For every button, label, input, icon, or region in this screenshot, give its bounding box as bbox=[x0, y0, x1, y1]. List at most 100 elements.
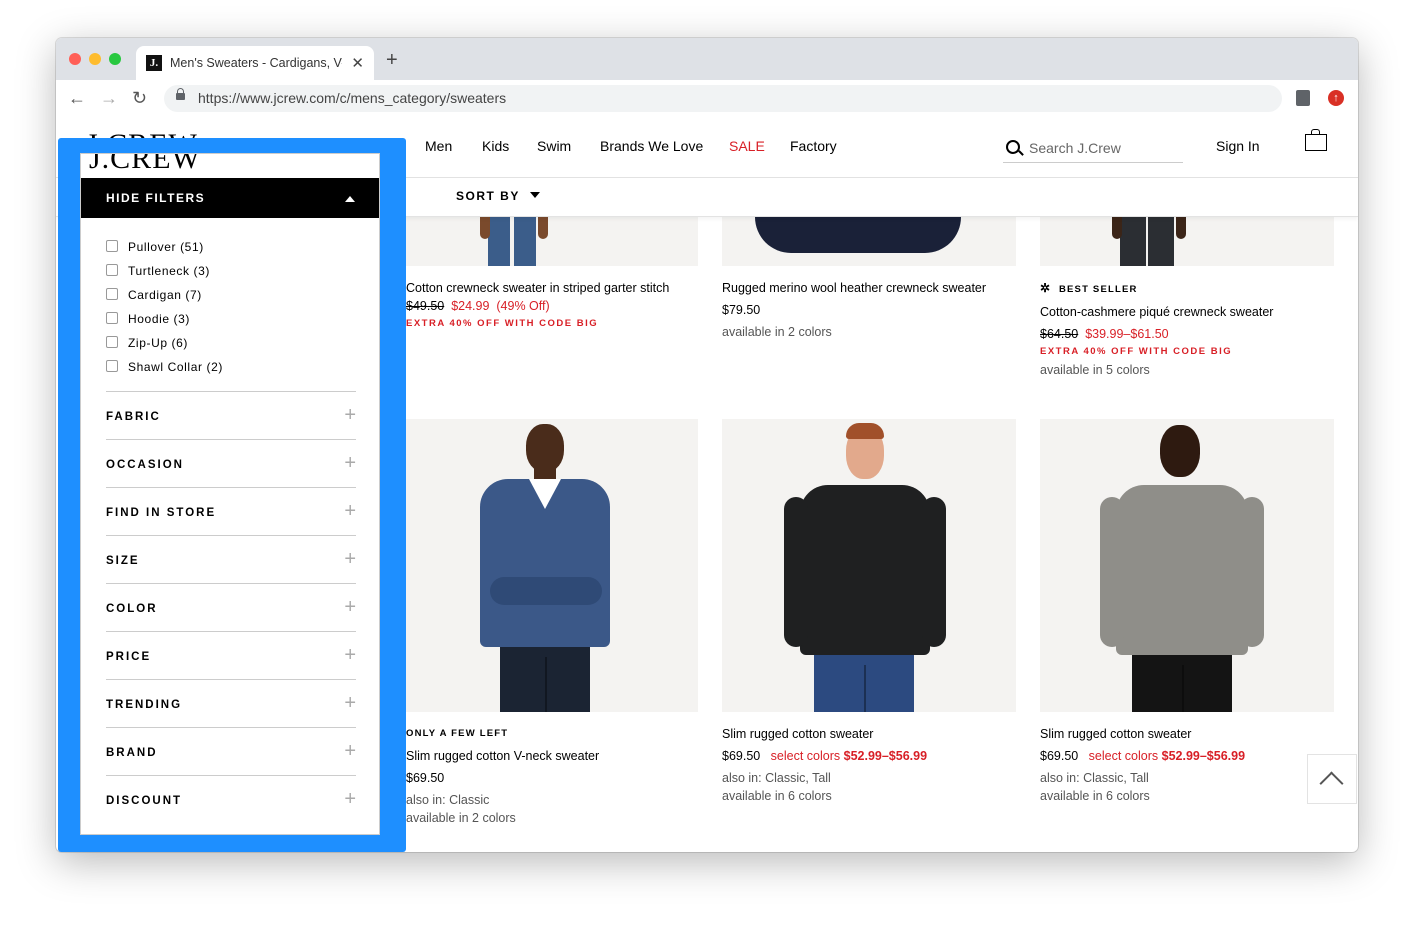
filter-label: Zip-Up (6) bbox=[128, 336, 189, 350]
product-name[interactable]: Slim rugged cotton sweater bbox=[1040, 725, 1340, 743]
nav-swim[interactable]: Swim bbox=[537, 138, 571, 154]
expand-plus-icon[interactable]: + bbox=[344, 500, 356, 523]
nav-brands-we-love[interactable]: Brands We Love bbox=[600, 138, 703, 154]
expand-plus-icon[interactable]: + bbox=[344, 548, 356, 571]
badge-label: BEST SELLER bbox=[1058, 284, 1138, 295]
product-name[interactable]: Cotton-cashmere piqué crewneck sweater bbox=[1040, 303, 1340, 321]
expand-plus-icon[interactable]: + bbox=[344, 788, 356, 811]
filter-hoodie[interactable]: Hoodie (3) bbox=[106, 312, 190, 326]
filter-section-fabric[interactable]: FABRIC + bbox=[106, 391, 356, 440]
expand-plus-icon[interactable]: + bbox=[344, 404, 356, 427]
product-image[interactable] bbox=[722, 419, 1016, 712]
sweater-body bbox=[1116, 485, 1248, 655]
checkbox[interactable] bbox=[106, 312, 118, 324]
filter-section-discount[interactable]: DISCOUNT + bbox=[106, 775, 356, 824]
jeans-leg bbox=[514, 217, 536, 266]
caret-up-icon bbox=[345, 196, 355, 202]
address-bar[interactable]: https://www.jcrew.com/c/mens_category/sw… bbox=[164, 85, 1282, 112]
product-image[interactable] bbox=[406, 419, 698, 712]
filter-section-occasion[interactable]: OCCASION + bbox=[106, 439, 356, 488]
color-count: available in 6 colors bbox=[1040, 789, 1150, 803]
sort-by-dropdown[interactable]: SORT BY bbox=[456, 189, 540, 203]
filter-section-find-in-store[interactable]: FIND IN STORE + bbox=[106, 487, 356, 536]
filter-cardigan[interactable]: Cardigan (7) bbox=[106, 288, 202, 302]
tab-title: Men's Sweaters - Cardigans, V-Neck bbox=[170, 56, 342, 70]
nav-men[interactable]: Men bbox=[425, 138, 452, 154]
filter-label: Cardigan (7) bbox=[128, 288, 202, 302]
shopping-bag-icon[interactable] bbox=[1305, 129, 1327, 151]
checkbox[interactable] bbox=[106, 264, 118, 276]
filter-zip-up[interactable]: Zip-Up (6) bbox=[106, 336, 188, 350]
filter-section-size[interactable]: SIZE + bbox=[106, 535, 356, 584]
filter-section-price[interactable]: PRICE + bbox=[106, 631, 356, 680]
product-name[interactable]: Slim rugged cotton sweater bbox=[722, 725, 1022, 743]
filter-label: Pullover (51) bbox=[128, 240, 204, 254]
reload-icon[interactable]: ↻ bbox=[132, 89, 147, 107]
product-image[interactable] bbox=[406, 217, 698, 266]
maximize-window-button[interactable] bbox=[109, 53, 121, 65]
search-input[interactable] bbox=[1003, 134, 1183, 163]
filter-section-brand[interactable]: BRAND + bbox=[106, 727, 356, 776]
regular-price: $69.50 bbox=[1040, 749, 1079, 763]
expand-plus-icon[interactable]: + bbox=[344, 644, 356, 667]
hide-filters-button[interactable]: HIDE FILTERS bbox=[81, 178, 379, 218]
url-text[interactable]: https://www.jcrew.com/c/mens_category/sw… bbox=[198, 90, 506, 106]
section-label: BRAND bbox=[106, 747, 158, 759]
product-name[interactable]: Rugged merino wool heather crewneck swea… bbox=[722, 279, 1022, 297]
sign-in-link[interactable]: Sign In bbox=[1216, 138, 1260, 154]
expand-plus-icon[interactable]: + bbox=[344, 596, 356, 619]
filter-turtleneck[interactable]: Turtleneck (3) bbox=[106, 264, 210, 278]
expand-plus-icon[interactable]: + bbox=[344, 452, 356, 475]
close-tab-icon[interactable]: ✕ bbox=[351, 54, 364, 72]
section-label: TRENDING bbox=[106, 699, 183, 711]
filter-shawl-collar[interactable]: Shawl Collar (2) bbox=[106, 360, 223, 374]
filter-panel-highlight: J.CREW HIDE FILTERS Pullover (51) Turtle… bbox=[58, 138, 406, 852]
product-image[interactable] bbox=[722, 217, 1016, 266]
product-info: Slim rugged cotton sweater $69.50 select… bbox=[1040, 725, 1340, 805]
browser-tab[interactable]: J. Men's Sweaters - Cardigans, V-Neck ✕ bbox=[136, 46, 374, 80]
also-in: also in: Classic, Tall bbox=[722, 771, 831, 785]
back-to-top-button[interactable] bbox=[1307, 754, 1357, 804]
discount-percent: (49% Off) bbox=[496, 299, 550, 313]
best-seller-badge: ✲ BEST SELLER bbox=[1040, 279, 1340, 299]
promo-text: EXTRA 40% OFF WITH CODE BIG bbox=[1040, 346, 1233, 357]
forward-icon[interactable]: → bbox=[100, 89, 118, 107]
expand-plus-icon[interactable]: + bbox=[344, 692, 356, 715]
minimize-window-button[interactable] bbox=[89, 53, 101, 65]
sweater-arm bbox=[784, 497, 808, 647]
product-price: $69.50 select colors $52.99–$56.99 bbox=[1040, 747, 1340, 765]
section-label: COLOR bbox=[106, 603, 158, 615]
product-name[interactable]: Cotton crewneck sweater in striped garte… bbox=[406, 279, 706, 297]
checkbox[interactable] bbox=[106, 336, 118, 348]
nav-sale[interactable]: SALE bbox=[729, 138, 765, 154]
hand bbox=[1112, 217, 1122, 239]
checkbox[interactable] bbox=[106, 288, 118, 300]
expand-plus-icon[interactable]: + bbox=[344, 740, 356, 763]
new-tab-icon[interactable]: + bbox=[386, 50, 398, 70]
checkbox[interactable] bbox=[106, 360, 118, 372]
color-count: available in 2 colors bbox=[722, 325, 832, 339]
filter-section-color[interactable]: COLOR + bbox=[106, 583, 356, 632]
extension-icon[interactable] bbox=[1296, 90, 1310, 106]
back-icon[interactable]: ← bbox=[68, 89, 86, 107]
nav-kids[interactable]: Kids bbox=[482, 138, 509, 154]
filter-pullover[interactable]: Pullover (51) bbox=[106, 240, 204, 254]
checkbox[interactable] bbox=[106, 240, 118, 252]
lock-icon bbox=[176, 88, 185, 100]
product-image[interactable] bbox=[1040, 217, 1334, 266]
product-image[interactable] bbox=[1040, 419, 1334, 712]
hand bbox=[1176, 217, 1186, 239]
jeans-leg bbox=[488, 217, 510, 266]
product-name[interactable]: Slim rugged cotton V-neck sweater bbox=[406, 747, 706, 765]
color-count: available in 6 colors bbox=[722, 789, 832, 803]
model-head bbox=[1160, 425, 1200, 477]
product-price: $64.50 $39.99–$61.50 bbox=[1040, 325, 1340, 343]
nav-factory[interactable]: Factory bbox=[790, 138, 837, 154]
hand bbox=[480, 217, 490, 239]
update-icon[interactable]: ↑ bbox=[1328, 90, 1344, 106]
crossed-arms bbox=[490, 577, 602, 605]
section-label: PRICE bbox=[106, 651, 152, 663]
sort-by-label: SORT BY bbox=[456, 189, 520, 203]
close-window-button[interactable] bbox=[69, 53, 81, 65]
filter-section-trending[interactable]: TRENDING + bbox=[106, 679, 356, 728]
